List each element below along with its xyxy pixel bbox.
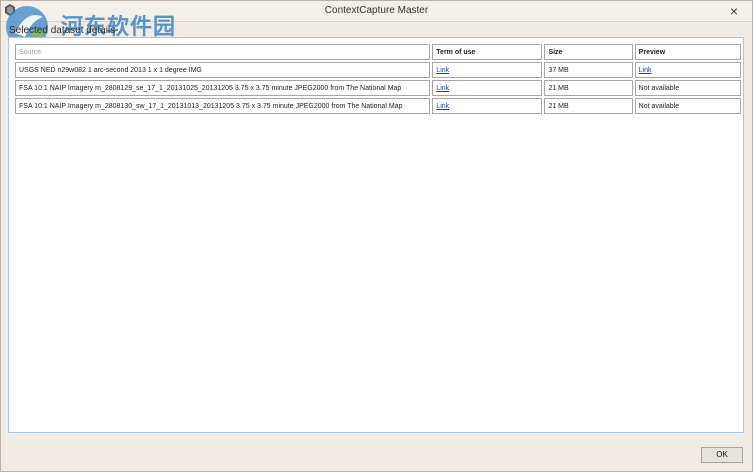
size-cell: 21 MB <box>544 98 633 114</box>
term-cell: Link <box>432 62 543 78</box>
dialog-window: ContextCapture Master × 河东软件园 www.pc0359… <box>0 0 753 472</box>
term-of-use-link[interactable]: Link <box>436 67 449 74</box>
preview-cell: Not available <box>634 98 741 114</box>
window-title: ContextCapture Master <box>324 5 429 16</box>
close-icon[interactable]: × <box>724 3 744 19</box>
table-header-row: Source Term of use Size Preview <box>15 44 741 60</box>
size-cell: 37 MB <box>544 62 633 78</box>
button-bar: OK <box>1 439 752 471</box>
column-header-size[interactable]: Size <box>544 44 633 60</box>
size-cell: 21 MB <box>544 80 633 96</box>
table-row[interactable]: USGS NED n29w082 1 arc-second 2013 1 x 1… <box>15 62 741 78</box>
term-of-use-link[interactable]: Link <box>436 103 449 110</box>
preview-cell: Link <box>634 62 741 78</box>
preview-cell: Not available <box>634 80 741 96</box>
term-cell: Link <box>432 98 543 114</box>
column-header-preview[interactable]: Preview <box>634 44 741 60</box>
source-cell: FSA 10:1 NAIP Imagery m_2808129_se_17_1_… <box>15 80 431 96</box>
title-bar[interactable]: ContextCapture Master × <box>1 1 752 22</box>
dataset-details-group: Source Term of use Size Preview USGS NED… <box>8 37 744 433</box>
dataset-table: Source Term of use Size Preview USGS NED… <box>13 42 743 116</box>
term-cell: Link <box>432 80 543 96</box>
source-cell: USGS NED n29w082 1 arc-second 2013 1 x 1… <box>15 62 431 78</box>
column-header-source[interactable]: Source <box>15 44 431 60</box>
ok-button[interactable]: OK <box>701 447 743 463</box>
preview-link[interactable]: Link <box>639 67 652 74</box>
table-row[interactable]: FSA 10:1 NAIP Imagery m_2808130_sw_17_1_… <box>15 98 741 114</box>
column-header-term-of-use[interactable]: Term of use <box>432 44 543 60</box>
group-label: Selected dataset details <box>9 25 116 36</box>
term-of-use-link[interactable]: Link <box>436 85 449 92</box>
table-row[interactable]: FSA 10:1 NAIP Imagery m_2808129_se_17_1_… <box>15 80 741 96</box>
source-cell: FSA 10:1 NAIP Imagery m_2808130_sw_17_1_… <box>15 98 431 114</box>
